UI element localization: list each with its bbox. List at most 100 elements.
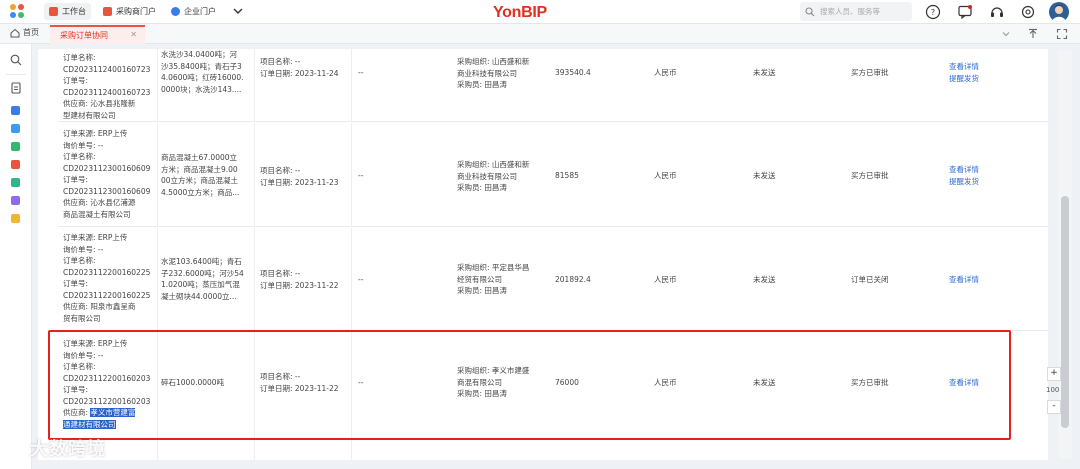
order-date: 订单日期: 2023-11-22 <box>260 280 339 290</box>
scrollbar[interactable] <box>1058 50 1072 459</box>
search-input[interactable]: 搜索人员、服务等 <box>800 2 912 21</box>
supplier-text: 商品混凝土有限公司 <box>63 209 131 219</box>
fullscreen-icon[interactable] <box>1056 28 1068 40</box>
currency: 人民币 <box>654 68 677 77</box>
coin-icon[interactable] <box>11 214 20 223</box>
product-line: 00立方米；商品混凝土 <box>161 176 239 185</box>
sidebar-divider <box>6 74 26 75</box>
home-tab-label: 首页 <box>23 28 39 37</box>
product-line: 0000块；水洗沙143.... <box>161 84 242 94</box>
zoom-out-button[interactable]: - <box>1047 400 1061 414</box>
view-detail-link[interactable]: 查看详情 <box>949 164 979 176</box>
placeholder-dash: -- <box>358 171 364 180</box>
zoom-in-button[interactable]: + <box>1047 367 1061 381</box>
view-detail-link[interactable]: 查看详情 <box>949 274 979 286</box>
project-name: 项目名称: -- <box>260 57 301 66</box>
view-detail-link[interactable]: 查看详情 <box>949 61 979 73</box>
product-line: 1.0200吨；蒸压加气混 <box>161 280 240 289</box>
product-line: 子232.6000吨；河沙54 <box>161 268 244 278</box>
document-icon[interactable] <box>10 82 22 94</box>
headset-icon[interactable] <box>989 4 1005 20</box>
purchasing-org: 采购组织: 平定县华昌 <box>457 263 530 272</box>
home-tab[interactable]: 首页 <box>10 27 39 38</box>
inquiry-no: 询价单号: -- <box>63 244 104 254</box>
purchasing-org: 商业科技有限公司 <box>457 171 517 181</box>
order-source: 订单来源: ERP上传 <box>63 129 128 138</box>
product-line: 水泥103.6400吨；青石 <box>161 257 242 266</box>
search-icon <box>805 6 815 16</box>
order-no-label: 订单号: <box>63 175 89 184</box>
placeholder-dash: -- <box>358 275 364 284</box>
product-line: 方米；商品混凝土9.00 <box>161 164 238 174</box>
list-icon[interactable] <box>11 178 20 187</box>
scrollbar-thumb[interactable] <box>1061 196 1069 428</box>
purchasing-org: 经贸有限公司 <box>457 274 502 284</box>
enterprise-portal-icon <box>171 7 180 16</box>
report-icon[interactable] <box>11 124 20 133</box>
purchasing-org: 采购组织: 山西盛和新 <box>457 160 530 169</box>
order-amount: 201892.4 <box>555 275 591 284</box>
tab-purchaser-portal[interactable]: 采购商门户 <box>98 3 161 20</box>
search-icon[interactable] <box>10 54 22 66</box>
order-name-value: CD2023112400160723 <box>63 64 151 74</box>
avatar[interactable] <box>1049 2 1069 22</box>
svg-text:?: ? <box>931 8 935 17</box>
ship-status: 未发送 <box>753 171 776 180</box>
product-line: 沙35.8400吨；青石子3 <box>161 61 242 71</box>
message-icon[interactable] <box>957 4 973 20</box>
order-date: 订单日期: 2023-11-24 <box>260 68 339 78</box>
order-amount: 393540.4 <box>555 68 591 77</box>
order-amount: 81585 <box>555 171 579 180</box>
tab-purchase-order-collab[interactable]: 采购订单协同 ✕ <box>50 25 145 44</box>
chevron-down-icon[interactable] <box>232 5 244 17</box>
watermark-text: 大数跨境 <box>30 439 106 460</box>
page-tab-bar: 首页 采购订单协同 ✕ <box>0 24 1080 44</box>
tab-purchaser-portal-label: 采购商门户 <box>116 7 156 16</box>
brand-logo: YonBIP <box>493 4 547 21</box>
project-name: 项目名称: -- <box>260 269 301 278</box>
order-no-label: 订单号: <box>63 76 89 85</box>
table-row: 订单来源: ERP上传 询价单号: -- 订单名称: CD20231123001… <box>58 123 1048 227</box>
ship-status: 未发送 <box>753 275 776 284</box>
remind-ship-link[interactable]: 提醒发货 <box>949 176 979 188</box>
supplier-text: 贸有限公司 <box>63 313 101 323</box>
project-name: 项目名称: -- <box>260 166 301 175</box>
buyer: 采购员: 田昌涛 <box>457 80 507 89</box>
table-row: 订单名称: CD2023112400160723 订单号: CD20231124… <box>58 49 1048 122</box>
settings-icon[interactable] <box>1020 4 1036 20</box>
close-tab-icon[interactable]: ✕ <box>130 30 137 39</box>
order-name-label: 订单名称: <box>63 256 96 265</box>
top-header: 工作台 采购商门户 企业门户 YonBIP 搜索人员、服务等 ? <box>0 0 1080 24</box>
tab-enterprise-portal[interactable]: 企业门户 <box>166 3 221 20</box>
currency: 人民币 <box>654 275 677 284</box>
table-row: 订单来源: ERP上传 询价单号: -- 订单名称: CD20231122001… <box>58 228 1048 331</box>
calendar-icon[interactable] <box>11 160 20 169</box>
tab-workbench[interactable]: 工作台 <box>44 3 91 20</box>
order-date: 订单日期: 2023-11-23 <box>260 177 339 187</box>
video-icon[interactable] <box>11 142 20 151</box>
app-grid-icon[interactable] <box>10 4 26 20</box>
clipboard-icon[interactable] <box>11 196 20 205</box>
chevron-down-icon[interactable] <box>1000 28 1012 40</box>
buyer: 采购员: 田昌涛 <box>457 183 507 192</box>
product-line: 4.5000立方米；商品... <box>161 187 240 197</box>
upload-icon[interactable] <box>1027 28 1039 40</box>
product-line: 商品混凝土67.0000立 <box>161 153 238 162</box>
supplier-text: 供应商: 阳泉市鑫呈商 <box>63 302 136 311</box>
supplier-text: 供应商: 沁水县兆隆新 <box>63 99 136 108</box>
help-icon[interactable]: ? <box>925 4 941 20</box>
tab-purchase-order-collab-label: 采购订单协同 <box>60 31 108 40</box>
workbench-icon <box>49 7 58 16</box>
tab-workbench-label: 工作台 <box>62 7 86 16</box>
watermark: 大数跨境 <box>6 435 106 461</box>
apps-icon[interactable] <box>11 106 20 115</box>
ship-status: 未发送 <box>753 68 776 77</box>
order-name-value: CD2023112200160225 <box>63 267 151 277</box>
product-line: 4.0600吨；红砖16000. <box>161 73 244 82</box>
order-no-value: CD2023112400160723 <box>63 87 151 97</box>
home-icon <box>10 28 20 37</box>
highlight-annotation-box <box>48 330 1011 440</box>
order-name-label: 订单名称: <box>63 53 96 62</box>
order-no-value: CD2023112300160609 <box>63 186 151 196</box>
remind-ship-link[interactable]: 提醒发货 <box>949 73 979 85</box>
